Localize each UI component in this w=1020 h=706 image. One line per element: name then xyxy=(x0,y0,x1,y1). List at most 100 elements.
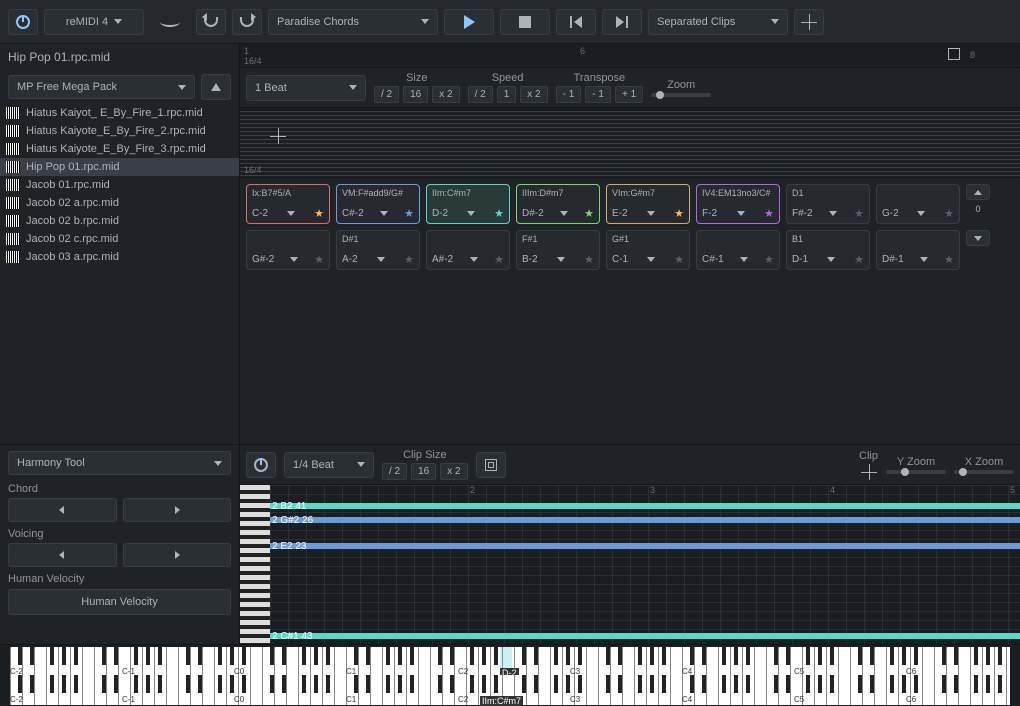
chord-cell[interactable]: VIm:G#m7 E-2 ★ xyxy=(606,184,690,224)
star-icon[interactable]: ★ xyxy=(494,253,504,266)
chevron-down-icon[interactable] xyxy=(740,257,748,262)
zoom-slider[interactable] xyxy=(651,93,711,97)
size-half-button[interactable]: / 2 xyxy=(374,86,399,103)
speed-half-button[interactable]: / 2 xyxy=(468,86,493,103)
xzoom-slider[interactable] xyxy=(954,470,1014,474)
beat-dropdown[interactable]: 1 Beat xyxy=(246,75,366,101)
speed-value[interactable]: 1 xyxy=(497,86,517,103)
skip-end-button[interactable] xyxy=(602,9,642,35)
chord-cell[interactable]: G-2 ★ xyxy=(876,184,960,224)
chord-cell[interactable]: IIIm:D#m7 D#-2 ★ xyxy=(516,184,600,224)
roll-power-button[interactable] xyxy=(246,452,276,478)
star-icon[interactable]: ★ xyxy=(854,207,864,220)
star-icon[interactable]: ★ xyxy=(404,253,414,266)
chevron-down-icon[interactable] xyxy=(827,257,835,262)
chevron-down-icon[interactable] xyxy=(377,257,385,262)
file-item[interactable]: Jacob 02 c.rpc.mid xyxy=(0,230,239,248)
chord-cell[interactable]: A#-2 ★ xyxy=(426,230,510,270)
clip-size-double[interactable]: x 2 xyxy=(440,463,467,480)
chord-cell[interactable]: C#-1 ★ xyxy=(696,230,780,270)
voicing-next-button[interactable] xyxy=(123,543,232,567)
keyboard-lower[interactable]: IIm:C#m7 C-2C-1C0C1C2C3C4C5C6 xyxy=(10,675,1010,705)
roll-note[interactable]: 2 C#1 43 xyxy=(240,633,1020,639)
star-icon[interactable]: ★ xyxy=(584,207,594,220)
chevron-down-icon[interactable] xyxy=(560,211,568,216)
chord-cell[interactable]: D#-1 ★ xyxy=(876,230,960,270)
file-item[interactable]: Jacob 02 b.rpc.mid xyxy=(0,212,239,230)
star-icon[interactable]: ★ xyxy=(584,253,594,266)
pack-up-button[interactable] xyxy=(201,74,231,100)
undo-button[interactable] xyxy=(196,9,226,35)
star-icon[interactable]: ★ xyxy=(944,253,954,266)
chevron-down-icon[interactable] xyxy=(467,211,475,216)
chord-prev-button[interactable] xyxy=(8,498,117,522)
speed-double-button[interactable]: x 2 xyxy=(520,86,547,103)
harmony-tool-dropdown[interactable]: Harmony Tool xyxy=(8,451,231,475)
size-double-button[interactable]: x 2 xyxy=(432,86,459,103)
file-item[interactable]: Jacob 01.rpc.mid xyxy=(0,176,239,194)
file-item[interactable]: Jacob 02 a.rpc.mid xyxy=(0,194,239,212)
chord-cell[interactable]: G#1 C-1 ★ xyxy=(606,230,690,270)
star-icon[interactable]: ★ xyxy=(854,253,864,266)
keyboard-upper[interactable]: D-2 C-2C-1C0C1C2C3C4C5C6 xyxy=(10,647,1010,677)
chevron-down-icon[interactable] xyxy=(380,211,388,216)
roll-note[interactable]: 2 B2 41 xyxy=(240,503,1020,509)
chevron-down-icon[interactable] xyxy=(737,211,745,216)
chevron-down-icon[interactable] xyxy=(557,257,565,262)
loop-end-marker[interactable] xyxy=(948,48,960,60)
human-vel-button[interactable]: Human Velocity xyxy=(8,589,231,615)
clip-move-handle[interactable] xyxy=(861,464,877,480)
piano-roll[interactable]: 23452 B2 412 G#2 262 E2 232 C#1 43 xyxy=(240,485,1020,644)
file-item[interactable]: Hip Pop 01.rpc.mid xyxy=(0,158,239,176)
chord-cell[interactable]: B1 D-1 ★ xyxy=(786,230,870,270)
chord-cell[interactable]: IIm:C#m7 D-2 ★ xyxy=(426,184,510,224)
skip-start-button[interactable] xyxy=(556,9,596,35)
preset-dropdown[interactable]: Paradise Chords xyxy=(268,9,438,35)
star-icon[interactable]: ★ xyxy=(764,207,774,220)
star-icon[interactable]: ★ xyxy=(764,253,774,266)
chord-cell[interactable]: VM:F#add9/G# C#-2 ★ xyxy=(336,184,420,224)
star-icon[interactable]: ★ xyxy=(674,253,684,266)
clip-size-half[interactable]: / 2 xyxy=(382,463,407,480)
yzoom-slider[interactable] xyxy=(886,470,946,474)
chevron-down-icon[interactable] xyxy=(920,257,928,262)
chevron-down-icon[interactable] xyxy=(647,211,655,216)
app-name-dropdown[interactable]: reMIDI 4 xyxy=(44,9,144,35)
timeline-ruler[interactable]: 1 16/4 6 8 xyxy=(240,44,1020,68)
scroll-down-button[interactable] xyxy=(966,230,990,246)
scroll-up-button[interactable] xyxy=(966,184,990,200)
roll-note[interactable]: 2 G#2 26 xyxy=(240,517,1020,523)
star-icon[interactable]: ★ xyxy=(314,207,324,220)
transpose-up-button[interactable]: + 1 xyxy=(615,86,643,103)
file-item[interactable]: Hiatus Kaiyote_E_By_Fire_3.rpc.mid xyxy=(0,140,239,158)
clip-mode-dropdown[interactable]: Separated Clips xyxy=(648,9,788,35)
drag-to-daw-button[interactable] xyxy=(476,452,506,478)
power-button[interactable] xyxy=(8,9,38,35)
chevron-down-icon[interactable] xyxy=(829,211,837,216)
chevron-down-icon[interactable] xyxy=(647,257,655,262)
chord-cell[interactable]: IV4:EM13no3/C# F-2 ★ xyxy=(696,184,780,224)
star-icon[interactable]: ★ xyxy=(674,207,684,220)
star-icon[interactable]: ★ xyxy=(404,207,414,220)
file-item[interactable]: Hiatus Kaiyot_ E_By_Fire_1.rpc.mid xyxy=(0,104,239,122)
star-icon[interactable]: ★ xyxy=(944,207,954,220)
quarter-beat-dropdown[interactable]: 1/4 Beat xyxy=(284,452,374,478)
clip-size-val[interactable]: 16 xyxy=(411,463,436,480)
transpose-down-button[interactable]: - 1 xyxy=(556,86,582,103)
chevron-down-icon[interactable] xyxy=(290,257,298,262)
pack-dropdown[interactable]: MP Free Mega Pack xyxy=(8,75,195,99)
redo-button[interactable] xyxy=(232,9,262,35)
chord-cell[interactable]: G#-2 ★ xyxy=(246,230,330,270)
chevron-down-icon[interactable] xyxy=(470,257,478,262)
midi-preview[interactable]: 16/4 xyxy=(240,108,1020,178)
voicing-prev-button[interactable] xyxy=(8,543,117,567)
chord-cell[interactable]: F#1 B-2 ★ xyxy=(516,230,600,270)
chord-next-button[interactable] xyxy=(123,498,232,522)
stop-button[interactable] xyxy=(500,9,550,35)
chord-cell[interactable]: Ix:B7#5/A C-2 ★ xyxy=(246,184,330,224)
chevron-down-icon[interactable] xyxy=(917,211,925,216)
file-item[interactable]: Hiatus Kaiyote_E_By_Fire_2.rpc.mid xyxy=(0,122,239,140)
chevron-down-icon[interactable] xyxy=(287,211,295,216)
chord-cell[interactable]: D1 F#-2 ★ xyxy=(786,184,870,224)
size-value[interactable]: 16 xyxy=(403,86,428,103)
